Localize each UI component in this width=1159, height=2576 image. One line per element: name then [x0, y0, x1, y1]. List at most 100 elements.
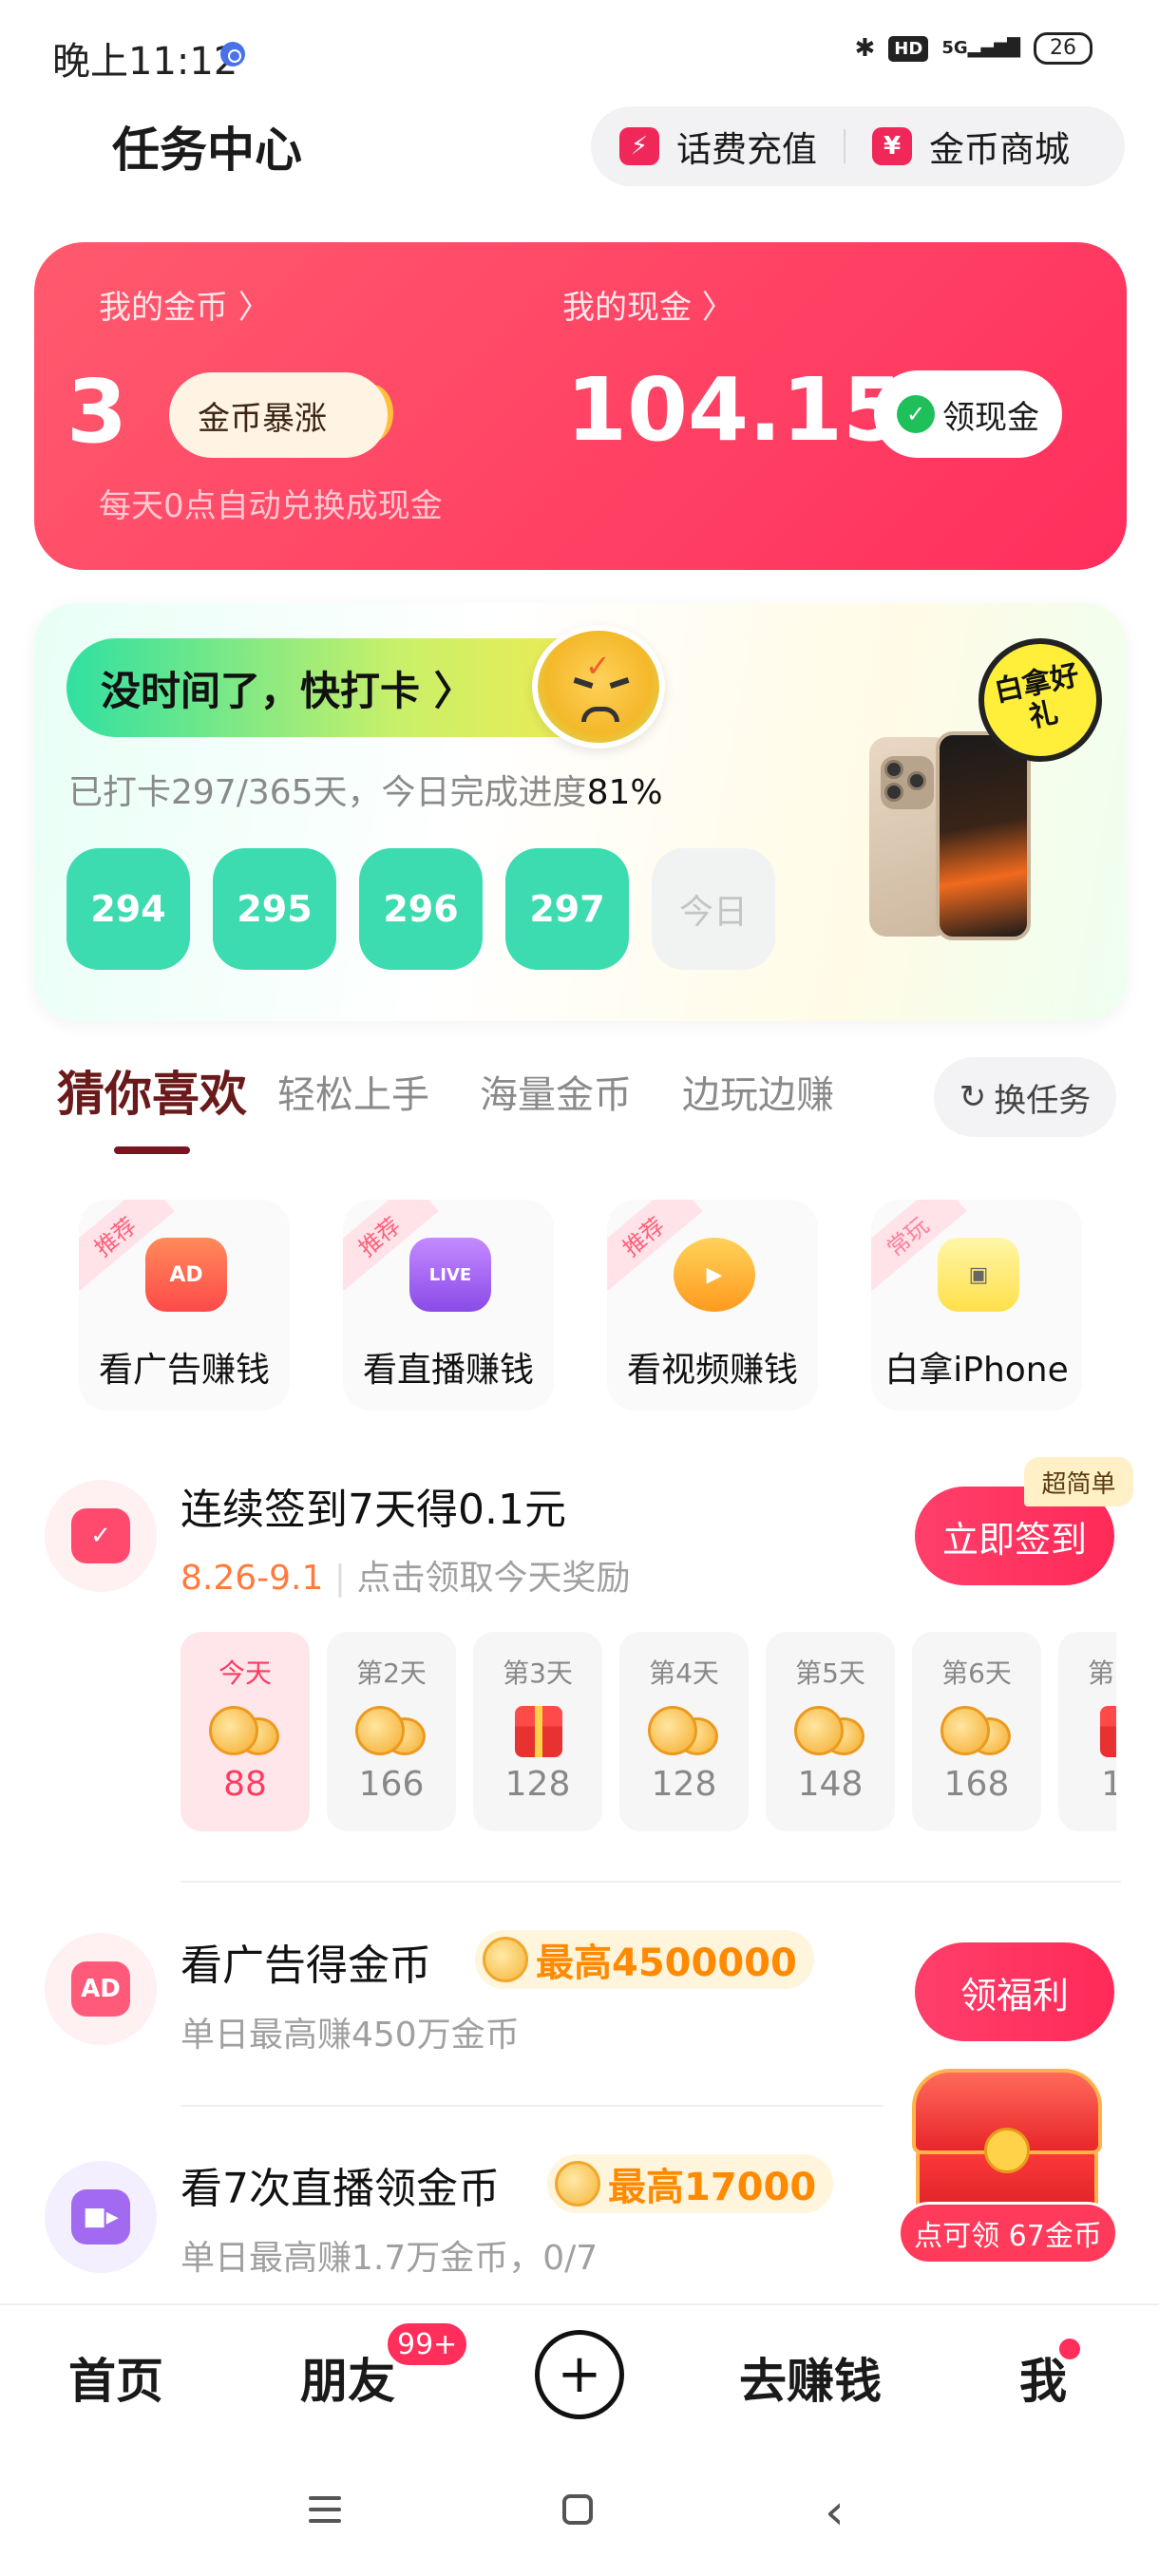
coins-icon [355, 1706, 428, 1757]
checkin-today[interactable]: 今日 [652, 848, 775, 970]
switch-task-label: 换任务 [994, 1081, 1092, 1120]
me-notification-dot [1059, 2339, 1080, 2359]
sign-day-reward: 88 [223, 1765, 267, 1804]
sign-day-label: 第4天 [649, 1657, 719, 1689]
live-task-subtitle: 单日最高赚1.7万金币，0/7 [180, 2239, 598, 2278]
sign-day-reward: 18 [1101, 1765, 1116, 1804]
sign-task-hint: 点击领取今天奖励 [356, 1559, 631, 1598]
system-home-button[interactable] [562, 2494, 593, 2525]
divider [844, 129, 846, 163]
claim-cash-button[interactable]: ✓ 领现金 [874, 370, 1062, 458]
nav-home[interactable]: 首页 [68, 2343, 163, 2412]
live-max-value: 最高17000 [608, 2166, 817, 2209]
sign-day-label: 今天 [218, 1657, 272, 1689]
divider [180, 1881, 1121, 1883]
recharge-button[interactable]: ⚡ 话费充值 [619, 121, 817, 172]
coin-icon [483, 1937, 528, 1982]
coin-icon [555, 2161, 600, 2207]
sign-day-card: 第2天 166 [327, 1632, 456, 1831]
iphone-icon: ▣ [938, 1238, 1019, 1312]
tab-play-and-earn[interactable]: 边玩边赚 [682, 1064, 834, 1119]
sign-day-reward: 148 [797, 1765, 864, 1804]
shortcut-label: 看视频赚钱 [626, 1351, 798, 1390]
super-simple-tag: 超简单 [1024, 1457, 1133, 1506]
my-coins-link[interactable]: 我的金币 〉 [99, 281, 271, 328]
sign-day-reward: 166 [358, 1765, 425, 1804]
ad-max-reward: 最高4500000 [475, 1930, 814, 1989]
coin-boost-badge[interactable]: 金币暴涨 [169, 372, 388, 458]
live-tv-icon: LIVE [409, 1238, 491, 1312]
ad-task-subtitle: 单日最高赚450万金币 [180, 2016, 520, 2055]
network-type: 5G [941, 38, 968, 58]
battery-icon: 26 [1034, 32, 1092, 65]
wechat-check-icon: ✓ [897, 395, 935, 433]
checkin-day: 294 [66, 848, 190, 970]
separator: | [333, 1559, 346, 1598]
nav-friends[interactable]: 朋友 [300, 2343, 395, 2412]
live-max-reward: 最高17000 [547, 2154, 834, 2213]
sign-task-subtitle: 8.26-9.1 | 点击领取今天奖励 [180, 1550, 630, 1600]
sign-day-card: 第4天 128 [619, 1632, 749, 1831]
bluetooth-icon: ✱ [854, 34, 876, 63]
calendar-icon: ✓ [71, 1508, 130, 1563]
lightning-icon: ⚡ [619, 127, 659, 165]
claim-benefit-button[interactable]: 领福利 [915, 1942, 1114, 2041]
divider [180, 2105, 884, 2107]
sign-day-reward: 128 [651, 1765, 717, 1804]
sign-day-card: 第3天 128 [473, 1632, 602, 1831]
chest-claim-label[interactable]: 点可领 67金币 [898, 2202, 1118, 2264]
sign-day-reward: 128 [504, 1765, 571, 1804]
ad-task-title: 看广告得金币 [180, 1941, 431, 1990]
status-time: 晚上11:12 [52, 40, 238, 84]
tab-massive-coins[interactable]: 海量金币 [480, 1064, 632, 1119]
sign-day-reward: 168 [943, 1765, 1010, 1804]
tab-easy-start[interactable]: 轻松上手 [277, 1064, 429, 1119]
coins-icon [648, 1706, 720, 1757]
sign-day-label: 第7天 [1088, 1657, 1116, 1689]
checkin-day: 296 [359, 848, 483, 970]
live-icon-wrap: ■▸ [45, 2161, 157, 2273]
ticket-icon: ¥ [872, 127, 912, 165]
system-menu-button[interactable] [309, 2496, 341, 2530]
refresh-icon: ↻ [959, 1078, 987, 1116]
shortcut-label: 看直播赚钱 [362, 1351, 534, 1390]
coin-mall-label: 金币商城 [929, 129, 1070, 170]
coin-mall-button[interactable]: ¥ 金币商城 [872, 121, 1070, 172]
shortcut-label: 看广告赚钱 [98, 1351, 270, 1390]
switch-task-button[interactable]: ↻ 换任务 [934, 1057, 1116, 1137]
nav-earn[interactable]: 去赚钱 [739, 2343, 882, 2412]
checkin-day: 295 [213, 848, 336, 970]
tab-guess-you-like[interactable]: 猜你喜欢 [57, 1056, 247, 1125]
eye [609, 677, 630, 689]
system-back-button[interactable]: ‹ [825, 2484, 845, 2541]
ad-icon-wrap: AD [45, 1933, 157, 2045]
exchange-note: 每天0点自动兑换成现金 [99, 487, 443, 525]
shortcut-watch-live[interactable]: 推荐 LIVE 看直播赚钱 [343, 1200, 554, 1411]
shortcut-watch-ads[interactable]: 推荐 AD 看广告赚钱 [79, 1200, 290, 1411]
shortcut-label: 白拿iPhone [884, 1351, 1069, 1390]
video-camera-icon: ▶ [674, 1238, 755, 1312]
sign-task-date: 8.26-9.1 [180, 1559, 324, 1598]
mouth [581, 707, 619, 722]
calendar-icon-wrap: ✓ [45, 1480, 157, 1592]
iphone-prize-image[interactable] [869, 731, 1036, 945]
sign-day-card: 第7天 18 [1058, 1632, 1116, 1831]
shortcut-free-iphone[interactable]: 常玩 ▣ 白拿iPhone [871, 1200, 1082, 1411]
my-cash-link[interactable]: 我的现金 〉 [562, 281, 734, 328]
add-button[interactable]: + [535, 2330, 624, 2419]
sign-day-card: 第5天 148 [766, 1632, 895, 1831]
signal-icon: 5G▂▄▆█ [941, 38, 1020, 58]
video-camera-icon: ■▸ [71, 2189, 130, 2245]
active-tab-indicator [114, 1146, 190, 1154]
sign-day-card[interactable]: 今天 88 [180, 1632, 310, 1831]
progress-text: 已打卡297/365天，今日完成进度 [68, 773, 587, 812]
claim-cash-label: 领现金 [942, 398, 1039, 437]
shortcut-watch-video[interactable]: 推荐 ▶ 看视频赚钱 [607, 1200, 818, 1411]
check-mark: ✓ [585, 648, 611, 684]
coins-icon [794, 1706, 866, 1757]
checkin-day: 297 [505, 848, 629, 970]
cash-value: 104.15 [566, 359, 904, 461]
sign-day-label: 第6天 [941, 1657, 1012, 1689]
ad-tv-icon: AD [145, 1238, 227, 1312]
sign-day-label: 第2天 [356, 1657, 427, 1689]
